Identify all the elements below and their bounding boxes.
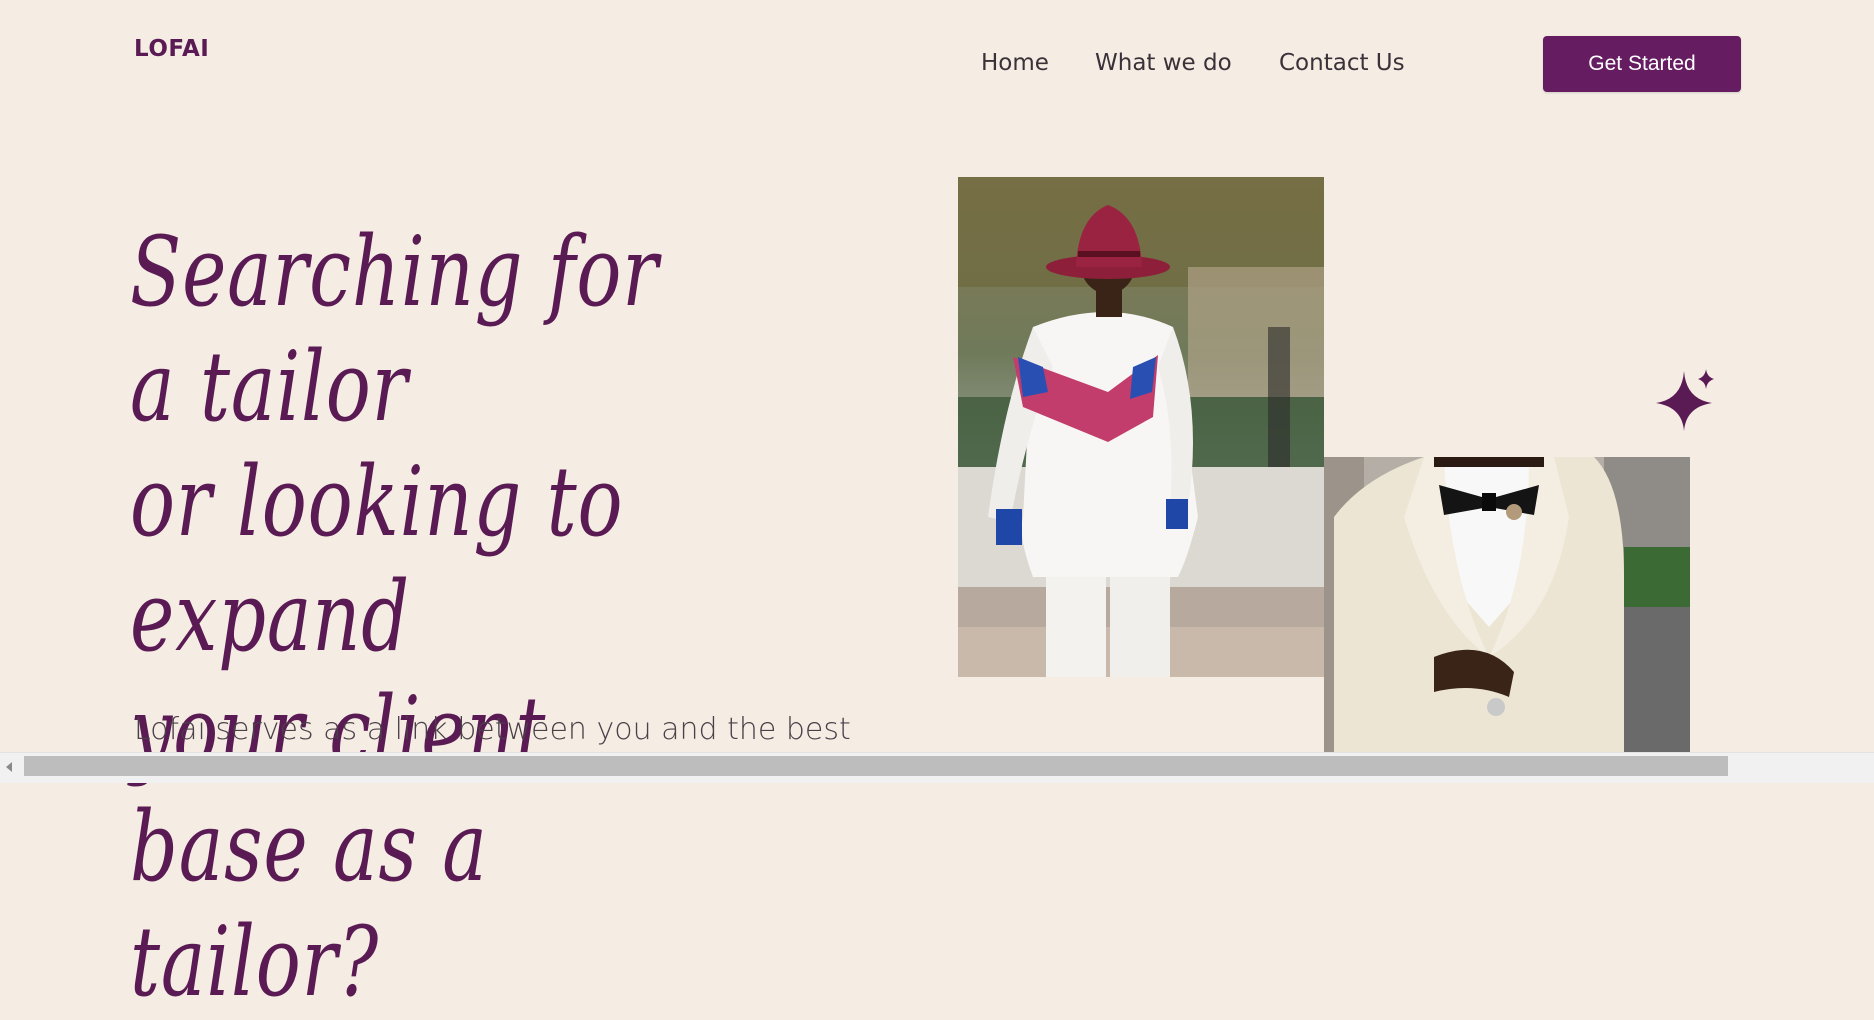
brand-logo[interactable]: LOFAI xyxy=(134,36,209,62)
hero-headline: Searching for a tailor or looking to exp… xyxy=(130,215,723,1020)
sparkle-icon xyxy=(1656,369,1714,431)
get-started-button[interactable]: Get Started xyxy=(1543,36,1741,92)
headline-line: your client base as a xyxy=(130,676,547,903)
headline-line: or looking to expand xyxy=(130,446,624,673)
nav-contact-us[interactable]: Contact Us xyxy=(1279,50,1405,76)
nav-what-we-do[interactable]: What we do xyxy=(1095,50,1232,76)
horizontal-scrollbar[interactable] xyxy=(0,752,1874,783)
headline-line: Searching for a tailor xyxy=(130,216,659,443)
scroll-thumb[interactable] xyxy=(24,756,1728,776)
hero-photo-cream-tuxedo xyxy=(1324,457,1690,753)
hero-subtitle: Lofai serves as a link between you and t… xyxy=(134,712,851,747)
scroll-left-arrow-icon[interactable] xyxy=(6,762,12,772)
nav-home[interactable]: Home xyxy=(981,50,1049,76)
hero-photo-white-outfit xyxy=(958,177,1324,677)
headline-line: tailor? xyxy=(130,906,380,1018)
